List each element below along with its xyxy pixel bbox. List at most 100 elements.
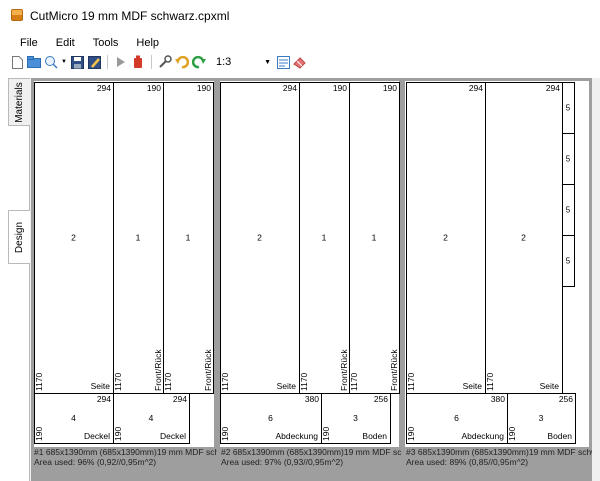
part-width: 294 [283,83,297,93]
part-id: 5 [566,257,571,266]
part-height: 190 [220,427,230,441]
part-id: 5 [566,104,571,113]
part-width: 190 [333,83,347,93]
part-id: 3 [539,413,544,423]
part-id: 1 [186,233,191,243]
part-label: Boden [547,431,572,441]
part-label: Front/Rück [153,349,163,391]
sheet-2-size: #2 685x1390mm (685x1390mm)19 mm MDF schw… [221,447,402,457]
part-width: 380 [491,394,505,404]
part-height: 190 [406,427,416,441]
part-height: 1170 [406,372,416,391]
app-window: CutMicro 19 mm MDF schwarz.cpxml File Ed… [0,0,600,481]
part-id: 6 [454,413,459,423]
app-icon [11,9,23,21]
part-height: 1170 [220,372,230,391]
part-id: 4 [149,413,154,423]
sheet-2-area: Area used: 97% (0,93//0,95m^2) [221,457,344,467]
part-label: Front/Rück [203,349,213,391]
new-icon[interactable] [10,55,24,69]
save-icon[interactable] [70,55,84,69]
part-height: 190 [321,427,331,441]
dropdown-arrow-icon[interactable]: ▼ [61,55,67,69]
part-label: Seite [540,381,560,391]
part-width: 256 [374,394,388,404]
toolbar: ▼ 1:3 ▼ [0,52,600,72]
part-height: 190 [507,427,517,441]
eraser-icon[interactable] [293,55,307,69]
menu-file[interactable]: File [0,37,47,49]
zoom-value: 1:3 [216,56,232,68]
part-label: Deckel [84,431,110,441]
design-canvas[interactable]: 294 2 1170 Seite 190 1 1170 Front/Rück 190 1 1170 F… [30,78,600,481]
part-id: 5 [566,155,571,164]
side-tab-strip: Materials Design [8,78,30,481]
part-label: Seite [91,381,111,391]
redo-icon[interactable] [192,55,206,69]
chevron-down-icon: ▼ [264,58,271,66]
cut-layout-view: 29421170 Seite19011170 Front/Rück19011170 F… [31,78,600,481]
part-width: 294 [97,394,111,404]
part-id: 1 [322,233,327,243]
sheet-info-1: #1 685x1390mm (685x1390mm)19 mm MDF schw… [34,447,217,467]
sheet-info-2: #2 685x1390mm (685x1390mm)19 mm MDF schw… [221,447,402,467]
part-label: Abdeckung [275,431,318,441]
part-label: Seite [463,381,483,391]
part-width: 294 [546,83,560,93]
menu-bar: File Edit Tools Help [0,34,600,52]
tools-icon[interactable] [158,55,172,69]
tab-materials[interactable]: Materials [8,78,30,126]
part-width: 190 [197,83,211,93]
toolbar-separator [107,55,108,69]
tab-materials-label: Materials [14,81,26,123]
part-width: 294 [469,83,483,93]
open-icon[interactable] [27,55,41,69]
save-as-icon[interactable] [87,55,101,69]
sheet-info-3: #3 685x1390mm (685x1390mm)19 mm MDF schw… [406,447,592,467]
part-label: Abdeckung [461,431,504,441]
part-height: 190 [34,427,44,441]
part-id: 1 [372,233,377,243]
wizard-icon[interactable] [44,55,58,69]
part-id: 2 [257,233,262,243]
sheet-1-area: Area used: 96% (0,92//0,95m^2) [34,457,157,467]
part-width: 294 [173,394,187,404]
zoom-select[interactable]: 1:3 ▼ [213,54,273,70]
tab-design[interactable]: Design [8,210,30,264]
sheet-3-area: Area used: 89% (0,85//0,95m^2) [406,457,529,467]
sheet-3-size: #3 685x1390mm (685x1390mm)19 mm MDF schw… [406,447,592,457]
part-height: 1170 [349,372,359,391]
run-icon[interactable] [114,55,128,69]
part-height: 1170 [485,372,495,391]
part-label: Boden [362,431,387,441]
part-label: Front/Rück [339,349,349,391]
menu-edit[interactable]: Edit [47,37,84,49]
toolbar-separator [151,55,152,69]
part-id: 6 [268,413,273,423]
part-id: 2 [521,233,526,243]
menu-tools[interactable]: Tools [84,37,128,49]
part-height: 1170 [34,372,44,391]
part-id: 5 [566,206,571,215]
part-height: 1170 [113,372,123,391]
stop-icon[interactable] [131,55,145,69]
part-width: 294 [97,83,111,93]
part-id: 2 [71,233,76,243]
sheet-1-size: #1 685x1390mm (685x1390mm)19 mm MDF schw… [34,447,217,457]
part-width: 256 [559,394,573,404]
part-width: 190 [147,83,161,93]
part-id: 4 [71,413,76,423]
undo-icon[interactable] [175,55,189,69]
title-bar: CutMicro 19 mm MDF schwarz.cpxml [0,0,600,32]
menu-help[interactable]: Help [127,37,168,49]
part-height: 1170 [163,372,173,391]
part-id: 1 [136,233,141,243]
part-height: 190 [113,427,123,441]
part-width: 380 [305,394,319,404]
part-label: Front/Rück [389,349,399,391]
part-id: 2 [443,233,448,243]
part-width: 190 [383,83,397,93]
part-id: 3 [353,413,358,423]
layout-icon[interactable] [276,55,290,69]
window-title: CutMicro 19 mm MDF schwarz.cpxml [30,9,230,23]
